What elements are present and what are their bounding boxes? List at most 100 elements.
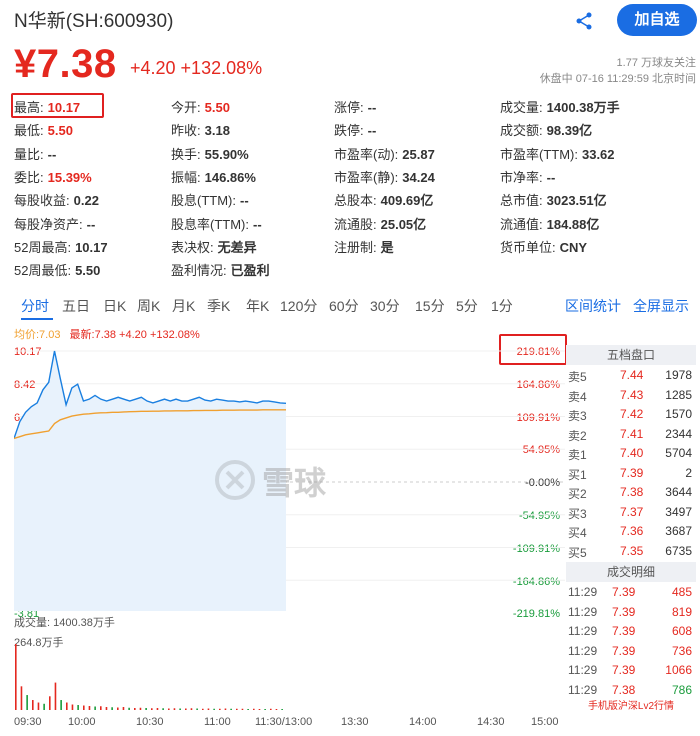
stat-value: 34.24 (402, 169, 435, 185)
stat-label: 货币单位: (500, 239, 556, 255)
stat-label: 股息率(TTM): (171, 216, 249, 232)
range-stats-link[interactable]: 区间统计 (565, 296, 621, 316)
order-label: 卖4 (568, 389, 587, 404)
order-label: 买1 (568, 467, 587, 482)
volume-bar (134, 708, 136, 710)
tab-period[interactable]: 季K (207, 296, 230, 316)
trade-price: 7.39 (612, 604, 636, 619)
stat-value: 409.69亿 (380, 193, 434, 209)
active-tab-indicator (21, 318, 53, 320)
stat-value: -- (86, 216, 96, 232)
fullscreen-link[interactable]: 全屏显示 (633, 296, 689, 316)
volume-bar (247, 709, 249, 710)
volume-bar (105, 707, 108, 710)
stat-value: 3023.51亿 (546, 193, 607, 209)
volume-bar (37, 702, 40, 710)
followers-count[interactable]: 1.77 万球友关注 (617, 54, 696, 70)
order-volume: 3644 (665, 485, 692, 499)
stat-label: 52周最高: (14, 239, 72, 255)
order-volume: 3497 (665, 504, 692, 519)
trade-row: 11:29 7.39 736 (566, 641, 696, 661)
add-to-watchlist-button[interactable]: 加自选 (617, 4, 697, 36)
stat-item: 市盈率(动): 25.87 (334, 144, 435, 163)
stat-item: 市盈率(TTM): 33.62 (500, 144, 615, 163)
share-icon[interactable] (573, 11, 595, 31)
order-label: 买5 (568, 545, 587, 560)
order-label: 卖5 (568, 370, 587, 384)
volume-bar (224, 708, 227, 710)
tab-period[interactable]: 1分 (491, 296, 513, 316)
trade-row: 11:29 7.39 1066 (566, 660, 696, 680)
stat-value: 146.86% (204, 169, 256, 185)
order-price: 7.42 (620, 407, 644, 421)
volume-bar (190, 708, 193, 710)
order-book-row: 买1 7.39 2 (566, 463, 696, 483)
stat-value: 1400.38万手 (546, 100, 620, 115)
volume-bar (185, 708, 187, 710)
volume-bar (275, 709, 278, 710)
stat-value: 是 (380, 239, 394, 255)
volume-bar (66, 702, 68, 710)
chart-legend: 均价:7.03 最新:7.38 +4.20 +132.08% (14, 326, 200, 342)
highlight-box (11, 93, 104, 118)
tab-period[interactable]: 15分 (415, 296, 445, 316)
volume-bar (60, 700, 62, 710)
order-volume: 2 (685, 465, 692, 480)
trade-time: 11:29 (568, 604, 598, 619)
volume-bar (156, 708, 159, 710)
tab-period[interactable]: 年K (246, 296, 269, 316)
watermark-text: 雪球 (262, 465, 327, 501)
stat-label: 股息(TTM): (171, 193, 236, 209)
trade-time: 11:29 (568, 643, 598, 658)
stat-value: 无差异 (217, 239, 257, 255)
tab-period[interactable]: 日K (103, 296, 126, 316)
stat-value: 184.88亿 (546, 216, 600, 232)
market-status: 休盘中 07-16 11:29:59 北京时间 (539, 73, 696, 85)
order-label: 卖3 (568, 409, 587, 423)
stat-item: 换手: 55.90% (171, 144, 249, 163)
volume-bar (54, 682, 57, 710)
tab-period[interactable]: 五日 (62, 296, 90, 316)
trade-rows: 11:29 7.39 485 11:29 7.39 819 11:29 7.39 608 11:2… (566, 582, 696, 699)
order-label: 卖1 (568, 448, 587, 462)
stat-item: 振幅: 146.86% (171, 167, 256, 186)
lv2-promo-link[interactable]: 手机版沪深Lv2行情 (566, 697, 696, 712)
stock-title: N华新(SH:600930) (14, 11, 174, 32)
stat-label: 每股净资产: (14, 216, 83, 232)
tab-period[interactable]: 月K (172, 296, 195, 316)
tab-period[interactable]: 30分 (370, 296, 400, 316)
order-price: 7.44 (620, 368, 644, 382)
stat-value: 55.90% (204, 146, 249, 162)
avg-price-legend: 均价:7.03 (14, 329, 61, 341)
stat-item: 量比: -- (14, 144, 56, 163)
stat-label: 成交额: (500, 123, 543, 139)
stat-item: 52周最高: 10.17 (14, 237, 108, 256)
order-volume: 1285 (665, 387, 692, 402)
order-price: 7.39 (620, 465, 644, 480)
stat-item: 52周最低: 5.50 (14, 260, 100, 279)
stat-item: 流通值: 184.88亿 (500, 214, 599, 233)
stat-label: 最低: (14, 123, 44, 139)
tab-period[interactable]: 60分 (329, 296, 359, 316)
stat-label: 跌停: (334, 123, 364, 139)
stat-item: 总股本: 409.69亿 (334, 190, 433, 209)
trade-volume: 1066 (665, 663, 692, 677)
tab-period[interactable]: 周K (137, 296, 160, 316)
volume-bar (219, 708, 221, 710)
order-price: 7.35 (620, 543, 644, 558)
trade-time: 11:29 (568, 585, 598, 599)
tab-period[interactable]: 5分 (456, 296, 478, 316)
order-label: 买2 (568, 487, 587, 501)
x-tick: 14:00 (409, 716, 437, 728)
stat-label: 52周最低: (14, 263, 72, 279)
volume-bar (179, 708, 181, 710)
tab-intraday[interactable]: 分时 (21, 296, 49, 316)
stat-item: 股息率(TTM): -- (171, 214, 262, 233)
stat-item: 市净率: -- (500, 167, 555, 186)
volume-bar (15, 644, 17, 710)
stat-label: 总股本: (334, 193, 377, 209)
stat-label: 每股收益: (14, 193, 70, 209)
stat-item: 流通股: 25.05亿 (334, 214, 426, 233)
tab-period[interactable]: 120分 (280, 296, 317, 316)
order-volume: 1978 (665, 368, 692, 382)
